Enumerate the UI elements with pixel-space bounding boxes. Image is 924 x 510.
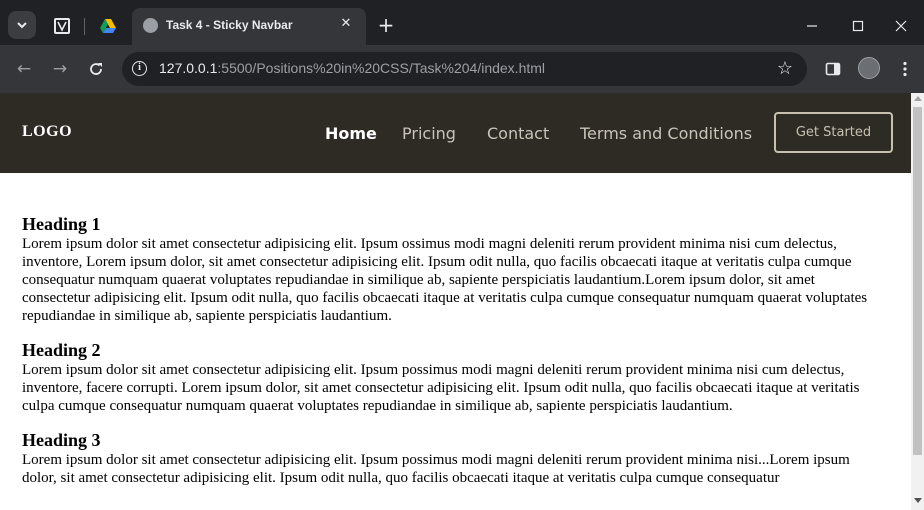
window-close-button[interactable] (878, 10, 924, 42)
star-icon[interactable]: ☆ (777, 58, 793, 79)
globe-icon (143, 18, 158, 33)
maximize-button[interactable] (835, 10, 881, 42)
section-body: Lorem ipsum dolor sit amet consectetur a… (22, 362, 860, 414)
arrow-right-icon[interactable]: → (48, 57, 72, 81)
reload-icon[interactable] (84, 57, 108, 81)
minimize-button[interactable] (789, 10, 835, 42)
pinned-site-icon (54, 18, 70, 34)
info-icon[interactable]: i (132, 61, 147, 76)
close-icon[interactable]: ✕ (336, 14, 356, 34)
plus-icon[interactable]: + (376, 15, 396, 35)
arrow-left-icon[interactable]: ← (12, 57, 36, 81)
url-text[interactable]: 127.0.0.1:5500/Positions%20in%20CSS/Task… (159, 60, 545, 76)
chevron-down-icon (17, 22, 27, 29)
nav-link-pricing[interactable]: Pricing (402, 124, 456, 143)
get-started-button[interactable]: Get Started (774, 112, 893, 153)
content-section: Heading 2 Lorem ipsum dolor sit amet con… (22, 339, 880, 415)
nav-link-contact[interactable]: Contact (487, 124, 549, 143)
section-body: Lorem ipsum dolor sit amet consectetur a… (22, 452, 850, 486)
kebab-menu-icon[interactable] (894, 58, 916, 80)
pinned-tab-2[interactable] (99, 17, 117, 35)
section-heading: Heading 2 (22, 340, 101, 360)
tab-title: Task 4 - Sticky Navbar (166, 18, 293, 32)
pinned-tab-1[interactable] (53, 17, 71, 35)
scroll-down-arrow-icon[interactable] (914, 498, 922, 503)
section-heading: Heading 1 (22, 214, 101, 234)
google-drive-icon (100, 19, 116, 33)
page-scrollbar[interactable] (911, 93, 924, 510)
logo[interactable]: LOGO (22, 123, 72, 141)
content-section: Heading 1 Lorem ipsum dolor sit amet con… (22, 213, 880, 325)
page-viewport: LOGO Home Pricing Contact Terms and Cond… (0, 93, 911, 510)
active-tab[interactable]: Task 4 - Sticky Navbar ✕ (132, 8, 366, 45)
scrollbar-thumb[interactable] (913, 107, 922, 455)
section-heading: Heading 3 (22, 430, 101, 450)
tab-search-button[interactable] (8, 11, 36, 39)
sticky-navbar: LOGO Home Pricing Contact Terms and Cond… (0, 93, 911, 173)
address-bar[interactable]: i 127.0.0.1:5500/Positions%20in%20CSS/Ta… (122, 52, 807, 86)
section-body: Lorem ipsum dolor sit amet consectetur a… (22, 236, 868, 324)
side-panel-icon[interactable] (822, 58, 844, 80)
minimize-icon (807, 25, 817, 27)
maximize-icon (852, 20, 864, 32)
browser-toolbar: ← → i 127.0.0.1:5500/Positions%20in%20CS… (0, 45, 924, 93)
tab-separator (84, 18, 85, 35)
page-content: Heading 1 Lorem ipsum dolor sit amet con… (22, 213, 880, 501)
content-section: Heading 3 Lorem ipsum dolor sit amet con… (22, 429, 880, 487)
avatar[interactable] (858, 57, 880, 79)
nav-link-home[interactable]: Home (325, 124, 377, 143)
nav-link-terms[interactable]: Terms and Conditions (580, 124, 752, 143)
scroll-up-arrow-icon[interactable] (914, 96, 922, 101)
close-window-icon (895, 20, 907, 32)
